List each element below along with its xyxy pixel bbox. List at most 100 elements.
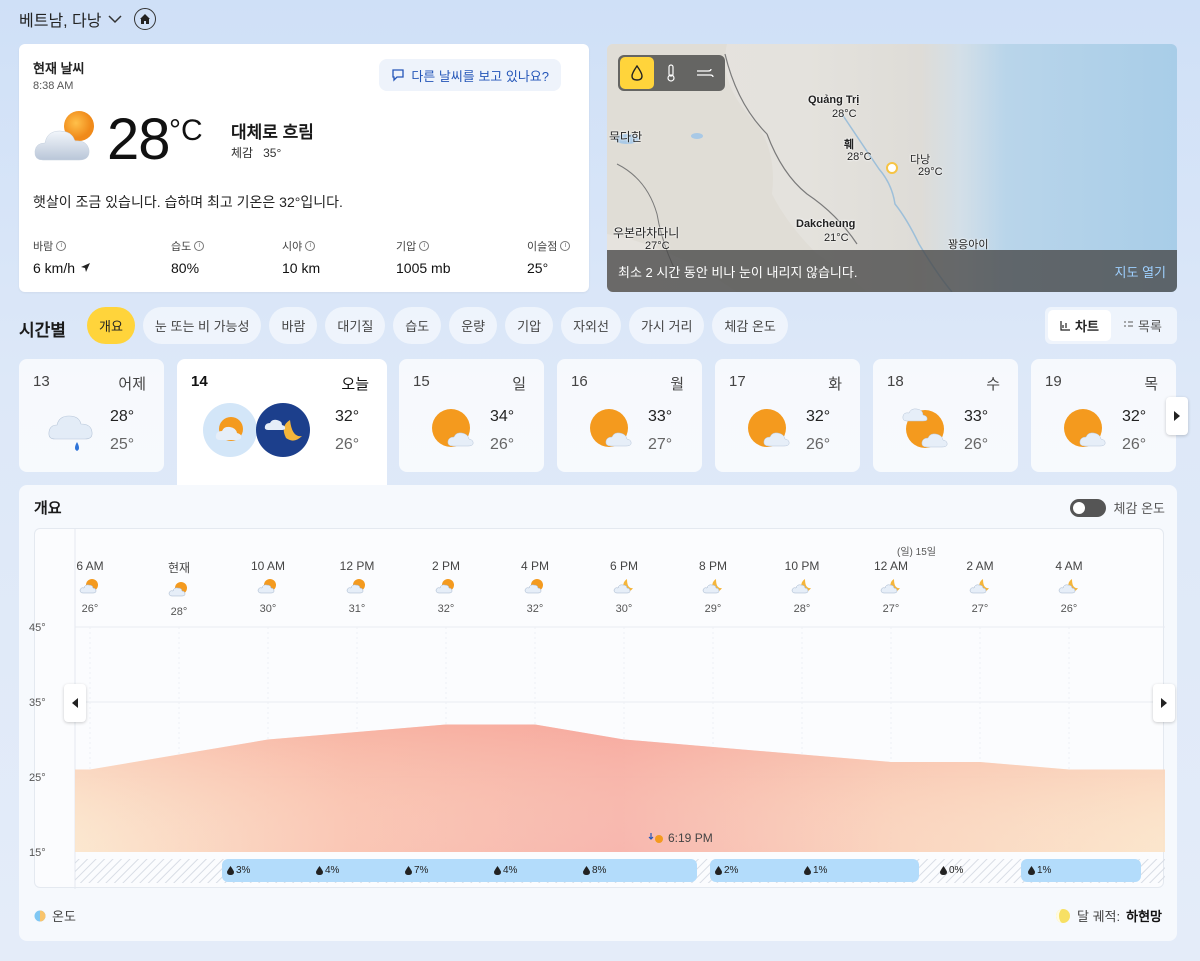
home-icon	[139, 14, 150, 24]
hour-temp: 32°	[526, 603, 544, 615]
day-low: 26°	[806, 436, 831, 453]
stat-humidity-value: 80%	[171, 260, 200, 276]
info-icon[interactable]: i	[419, 241, 430, 251]
map-city-quangtri[interactable]: Quảng Trị	[808, 94, 859, 106]
hour-column[interactable]: 2 AM 27°	[950, 559, 1010, 615]
day-date: 13	[33, 373, 50, 390]
chart-next-button[interactable]	[1153, 684, 1175, 722]
hour-column[interactable]: 2 PM 32°	[416, 559, 476, 615]
caret-left-icon	[72, 698, 78, 708]
hour-column[interactable]: 현재 28°	[149, 559, 209, 618]
weather-map[interactable]: Quảng Trị 28°C 훼 28°C 다낭 29°C 묵다한 우본라차다니…	[607, 44, 1177, 292]
info-icon[interactable]: i	[305, 241, 316, 251]
hour-weather-icon	[435, 579, 454, 594]
precip-label: 3%	[227, 865, 250, 876]
chip-overview[interactable]: 개요	[87, 307, 135, 344]
day-high: 33°	[964, 408, 989, 425]
day-card[interactable]: 18 수 33° 26°	[873, 359, 1018, 472]
map-city-hue[interactable]: 훼	[844, 136, 854, 152]
day-low: 26°	[1122, 436, 1147, 453]
chart-view-label: 차트	[1075, 319, 1099, 334]
feels-like-toggle-label: 체감 온도	[1113, 501, 1165, 516]
stat-dewpoint: 이슬점 i 25°	[527, 238, 571, 276]
hour-label: 4 PM	[520, 559, 549, 573]
hour-weather-icon	[1058, 579, 1078, 594]
list-view-button[interactable]: 목록	[1111, 310, 1174, 341]
chip-feels-like[interactable]: 체감 온도	[712, 307, 788, 344]
hour-column[interactable]: 8 PM 29°	[683, 559, 743, 615]
precip-label: 1%	[1028, 865, 1051, 876]
hour-column[interactable]: 10 PM 28°	[772, 559, 832, 615]
hour-weather-icon	[702, 579, 722, 594]
map-footer: 최소 2 시간 동안 비나 눈이 내리지 않습니다. 지도 열기	[607, 250, 1177, 292]
day-card-selected[interactable]: 14 오늘 32° 26°	[177, 359, 387, 485]
wind-layer-button[interactable]	[688, 57, 722, 89]
precip-value: 4%	[325, 865, 340, 876]
chip-cloud-cover[interactable]: 운량	[449, 307, 498, 344]
chip-precip-chance[interactable]: 눈 또는 비 가능성	[142, 307, 262, 344]
map-layer-toggle[interactable]	[618, 55, 725, 91]
feels-like-toggle[interactable]: 체감 온도	[1069, 498, 1165, 517]
info-icon[interactable]: i	[56, 241, 67, 251]
chart-view-button[interactable]: 차트	[1048, 310, 1111, 341]
day-high: 32°	[1122, 408, 1147, 425]
moon-legend: 달 궤적: 하현망	[1055, 906, 1162, 925]
hour-temp: 26°	[81, 603, 99, 615]
chip-visibility[interactable]: 가시 거리	[628, 307, 705, 344]
day-card[interactable]: 15 일 34° 26°	[399, 359, 544, 472]
hour-weather-icon	[346, 579, 365, 594]
precip-value: 8%	[592, 865, 607, 876]
temp-layer-button[interactable]	[654, 57, 688, 89]
hour-temp: 29°	[704, 603, 722, 615]
hour-column[interactable]: 12 PM 31°	[327, 559, 387, 615]
toggle-switch[interactable]	[1069, 498, 1106, 517]
day-card[interactable]: 13 어제 28° 25°	[19, 359, 164, 472]
mostly-cloudy-icon	[34, 111, 94, 161]
chart-prev-button[interactable]	[64, 684, 86, 722]
hour-weather-icon	[969, 579, 989, 594]
day-card[interactable]: 19 목 32° 26°	[1031, 359, 1176, 472]
other-weather-button[interactable]: 다른 날씨를 보고 있나요?	[379, 59, 561, 91]
map-city-ubon[interactable]: 우본라차다니	[613, 224, 679, 241]
chip-pressure[interactable]: 기압	[505, 307, 554, 344]
hour-column[interactable]: 12 AM 27°	[861, 559, 921, 615]
hour-label: 12 PM	[339, 559, 375, 573]
info-icon[interactable]: i	[194, 241, 205, 251]
day-high: 32°	[335, 408, 360, 425]
day-date: 17	[729, 373, 746, 390]
stat-humidity: 습도 i 80%	[171, 238, 205, 276]
map-city-dakcheung[interactable]: Dakcheung	[796, 218, 855, 230]
day-weekday: 어제	[118, 376, 146, 393]
hour-column[interactable]: 6 AM 26°	[60, 559, 120, 615]
day-card[interactable]: 17 화 32° 26°	[715, 359, 860, 472]
weather-description: 햇살이 조금 있습니다. 습하며 최고 기온은 32°입니다.	[33, 194, 343, 210]
day-card[interactable]: 16 월 33° 27°	[557, 359, 702, 472]
chip-air-quality[interactable]: 대기질	[325, 307, 386, 344]
location-selector[interactable]: 베트남, 다낭	[19, 7, 122, 31]
temp-unit: °C	[169, 114, 203, 147]
map-city-danang[interactable]: 다낭	[910, 151, 930, 167]
open-map-link[interactable]: 지도 열기	[1115, 262, 1166, 281]
droplet-icon	[804, 866, 811, 875]
hour-label: 12 AM	[873, 559, 909, 573]
chip-wind[interactable]: 바람	[269, 307, 318, 344]
chip-humidity[interactable]: 습도	[393, 307, 442, 344]
hour-column[interactable]: 6 PM 30°	[594, 559, 654, 615]
precip-value: 7%	[414, 865, 429, 876]
mostly-cloudy-icon	[902, 408, 948, 448]
days-next-button[interactable]	[1166, 397, 1188, 435]
precip-layer-button[interactable]	[620, 57, 654, 89]
info-icon[interactable]: i	[560, 241, 571, 251]
moon-phase-icon	[1056, 908, 1070, 923]
chip-uv[interactable]: 자외선	[561, 307, 621, 344]
hour-weather-icon	[168, 582, 187, 597]
chart-plot[interactable]: 45° 35° 25° 15° 6 AM 26° 현재 28° 10 AM 30° 12 P…	[29, 528, 1165, 889]
hour-column[interactable]: 10 AM 30°	[238, 559, 298, 615]
hour-column[interactable]: 4 PM 32°	[505, 559, 565, 615]
list-view-label: 목록	[1138, 319, 1162, 334]
map-city-mukdahan[interactable]: 묵다한	[609, 128, 642, 145]
home-button[interactable]	[133, 8, 156, 30]
hour-temp: 26°	[1060, 603, 1078, 615]
hour-temp: 27°	[971, 603, 989, 615]
hour-column[interactable]: 4 AM 26°	[1039, 559, 1099, 615]
